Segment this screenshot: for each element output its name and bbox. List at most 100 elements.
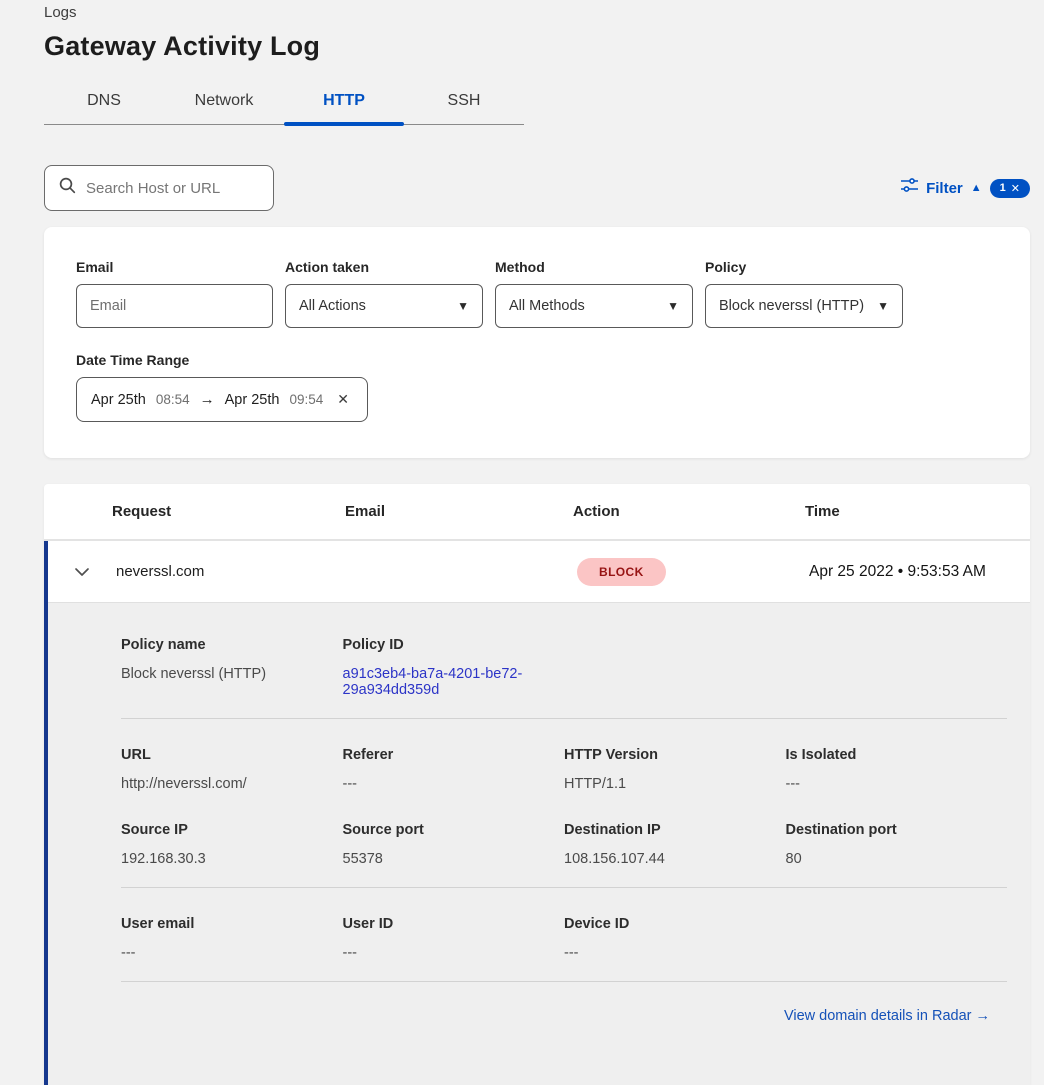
end-time: 09:54	[289, 392, 323, 407]
source-port-value: 55378	[343, 851, 565, 867]
policy-select[interactable]: Block neverssl (HTTP) ▼	[705, 284, 903, 328]
policy-field: Policy Block neverssl (HTTP) ▼	[705, 259, 903, 328]
device-id-field: Device ID ---	[564, 916, 786, 961]
device-id-value: ---	[564, 945, 786, 961]
destination-ip-label: Destination IP	[564, 822, 786, 838]
divider	[121, 981, 1007, 982]
arrow-right-icon: →	[200, 391, 215, 408]
collapse-filters-icon[interactable]: ▲	[971, 182, 982, 194]
source-port-label: Source port	[343, 822, 565, 838]
is-isolated-label: Is Isolated	[786, 747, 1008, 763]
radar-link-row: View domain details in Radar →	[121, 1008, 1007, 1024]
filter-panel: Email Action taken All Actions ▼ Method …	[44, 227, 1030, 458]
policy-id-link[interactable]: a91c3eb4-ba7a-4201-be72-29a934dd359d	[343, 666, 533, 698]
filter-sliders-icon[interactable]	[901, 178, 918, 198]
search-box	[44, 165, 274, 211]
http-version-value: HTTP/1.1	[564, 776, 786, 792]
user-id-field: User ID ---	[343, 916, 565, 961]
email-filter-label: Email	[76, 259, 273, 275]
activity-log-table: Request Email Action Time neverssl.com B…	[44, 484, 1030, 1085]
http-version-label: HTTP Version	[564, 747, 786, 763]
table-header: Request Email Action Time	[44, 484, 1030, 541]
policy-value: Block neverssl (HTTP)	[719, 298, 864, 314]
divider	[121, 887, 1007, 888]
page-title: Gateway Activity Log	[44, 31, 1030, 62]
referer-label: Referer	[343, 747, 565, 763]
divider	[121, 718, 1007, 719]
block-status-badge: BLOCK	[577, 558, 666, 586]
destination-ip-field: Destination IP 108.156.107.44	[564, 822, 786, 867]
tab-ssh[interactable]: SSH	[404, 84, 524, 124]
start-time: 08:54	[156, 392, 190, 407]
user-email-label: User email	[121, 916, 343, 932]
method-field: Method All Methods ▼	[495, 259, 693, 328]
destination-port-label: Destination port	[786, 822, 1008, 838]
page-content: Logs Gateway Activity Log DNS Network HT…	[0, 0, 1044, 1085]
radar-details-link[interactable]: View domain details in Radar →	[784, 1008, 990, 1024]
active-filter-count-badge[interactable]: 1 ✕	[990, 179, 1030, 198]
column-header-action: Action	[573, 503, 805, 520]
referer-field: Referer ---	[343, 747, 565, 792]
user-section: User email --- User ID --- Device ID ---	[121, 916, 1007, 961]
tab-dns[interactable]: DNS	[44, 84, 164, 124]
method-select[interactable]: All Methods ▼	[495, 284, 693, 328]
filter-count: 1	[1000, 182, 1006, 194]
email-filter-box	[76, 284, 273, 328]
start-date: Apr 25th	[91, 392, 146, 408]
chevron-down-icon: ▼	[457, 299, 469, 313]
device-id-label: Device ID	[564, 916, 786, 932]
tab-network[interactable]: Network	[164, 84, 284, 124]
source-ip-value: 192.168.30.3	[121, 851, 343, 867]
date-range-picker[interactable]: Apr 25th 08:54 → Apr 25th 09:54 ✕	[76, 377, 368, 422]
network-section: Source IP 192.168.30.3 Source port 55378…	[121, 822, 1007, 867]
referer-value: ---	[343, 776, 565, 792]
search-icon	[59, 177, 76, 199]
source-ip-field: Source IP 192.168.30.3	[121, 822, 343, 867]
user-email-field: User email ---	[121, 916, 343, 961]
policy-name-field: Policy name Block neverssl (HTTP)	[121, 637, 343, 698]
action-taken-value: All Actions	[299, 298, 366, 314]
url-field: URL http://neverssl.com/	[121, 747, 343, 792]
action-taken-label: Action taken	[285, 259, 483, 275]
policy-name-value: Block neverssl (HTTP)	[121, 666, 343, 682]
email-filter-field: Email	[76, 259, 273, 328]
http-version-field: HTTP Version HTTP/1.1	[564, 747, 786, 792]
clear-date-range-icon[interactable]: ✕	[337, 391, 349, 408]
date-range-field: Date Time Range Apr 25th 08:54 → Apr 25t…	[76, 352, 998, 422]
chevron-down-icon: ▼	[877, 299, 889, 313]
action-taken-select[interactable]: All Actions ▼	[285, 284, 483, 328]
search-filter-row: Filter ▲ 1 ✕	[44, 165, 1030, 211]
request-cell: neverssl.com	[116, 563, 349, 580]
url-section: URL http://neverssl.com/ Referer --- HTT…	[121, 747, 1007, 792]
source-port-field: Source port 55378	[343, 822, 565, 867]
date-range-label: Date Time Range	[76, 352, 998, 368]
policy-id-field: Policy ID a91c3eb4-ba7a-4201-be72-29a934…	[343, 637, 565, 698]
policy-label: Policy	[705, 259, 903, 275]
policy-name-label: Policy name	[121, 637, 343, 653]
email-filter-input[interactable]	[90, 298, 259, 314]
destination-port-field: Destination port 80	[786, 822, 1008, 867]
user-id-label: User ID	[343, 916, 565, 932]
table-row[interactable]: neverssl.com BLOCK Apr 25 2022 • 9:53:53…	[48, 541, 1030, 603]
source-ip-label: Source IP	[121, 822, 343, 838]
column-header-time: Time	[805, 503, 1030, 520]
method-label: Method	[495, 259, 693, 275]
destination-ip-value: 108.156.107.44	[564, 851, 786, 867]
filter-controls: Filter ▲ 1 ✕	[901, 178, 1030, 198]
breadcrumb: Logs	[44, 0, 1030, 21]
collapse-row-chevron-icon[interactable]	[48, 567, 116, 577]
action-cell: BLOCK	[577, 558, 809, 586]
destination-port-value: 80	[786, 851, 1008, 867]
chevron-down-icon: ▼	[667, 299, 679, 313]
filter-button[interactable]: Filter	[926, 180, 963, 197]
is-isolated-field: Is Isolated ---	[786, 747, 1008, 792]
time-cell: Apr 25 2022 • 9:53:53 AM	[809, 563, 1030, 581]
user-id-value: ---	[343, 945, 565, 961]
end-date: Apr 25th	[225, 392, 280, 408]
log-type-tabs: DNS Network HTTP SSH	[44, 84, 524, 125]
clear-filters-icon[interactable]: ✕	[1011, 182, 1020, 195]
user-email-value: ---	[121, 945, 343, 961]
url-value: http://neverssl.com/	[121, 776, 343, 792]
tab-http[interactable]: HTTP	[284, 84, 404, 124]
search-input[interactable]	[86, 180, 259, 197]
